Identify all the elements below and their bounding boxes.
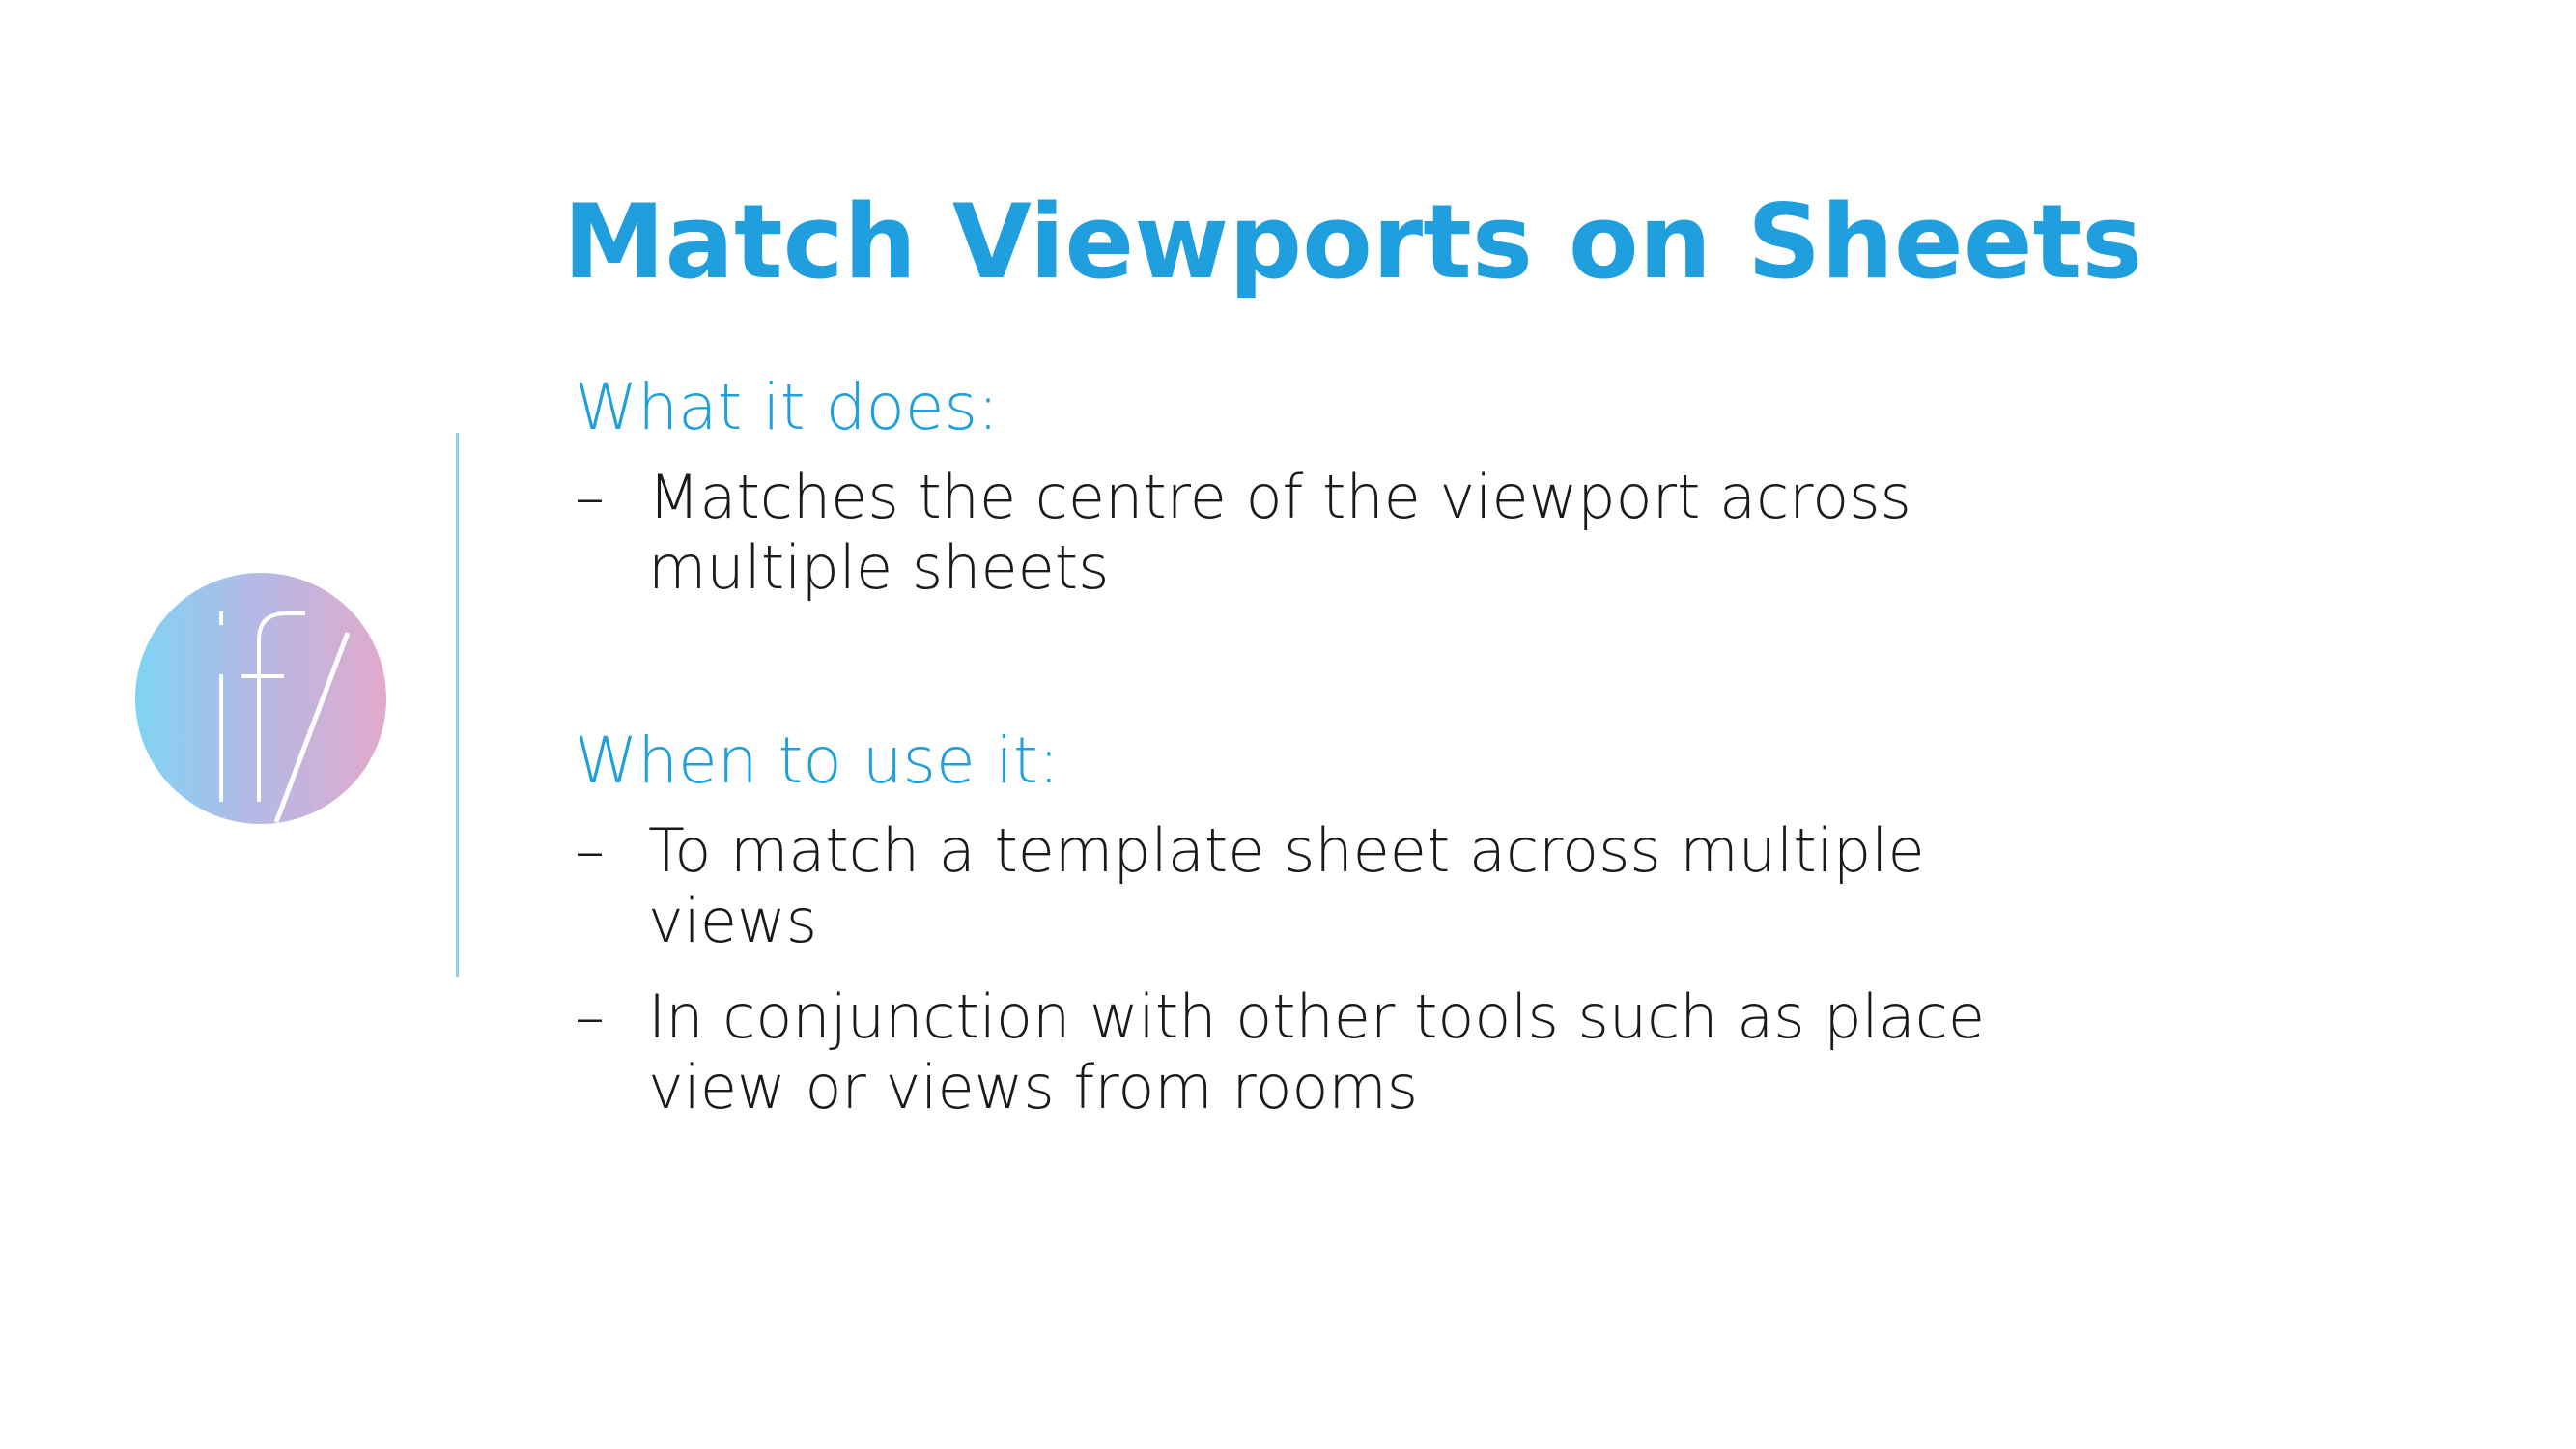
- list-item: – In conjunction with other tools such a…: [575, 981, 2081, 1122]
- section-heading-when-to-use: When to use it:: [575, 724, 1060, 798]
- bullet-text: In conjunction with other tools such as …: [648, 981, 1986, 1122]
- section-heading-what-it-does: What it does:: [575, 370, 1000, 444]
- bullet-dash: –: [575, 981, 605, 1052]
- list-item: – Matches the centre of the viewport acr…: [575, 462, 2081, 603]
- bullet-dash: –: [575, 815, 605, 886]
- bullet-dash: –: [575, 462, 605, 532]
- slide-title: Match Viewports on Sheets: [563, 183, 2143, 301]
- what-it-does-list: – Matches the centre of the viewport acr…: [575, 462, 2081, 603]
- slide-content: What it does: – Matches the centre of th…: [575, 365, 2081, 1122]
- when-to-use-list: – To match a template sheet across multi…: [575, 815, 2081, 1122]
- if-logo-icon: [135, 573, 386, 824]
- bullet-text: Matches the centre of the viewport acros…: [648, 462, 1911, 603]
- vertical-divider: [456, 433, 459, 977]
- list-item: – To match a template sheet across multi…: [575, 815, 2081, 956]
- bullet-text: To match a template sheet across multipl…: [648, 815, 1925, 956]
